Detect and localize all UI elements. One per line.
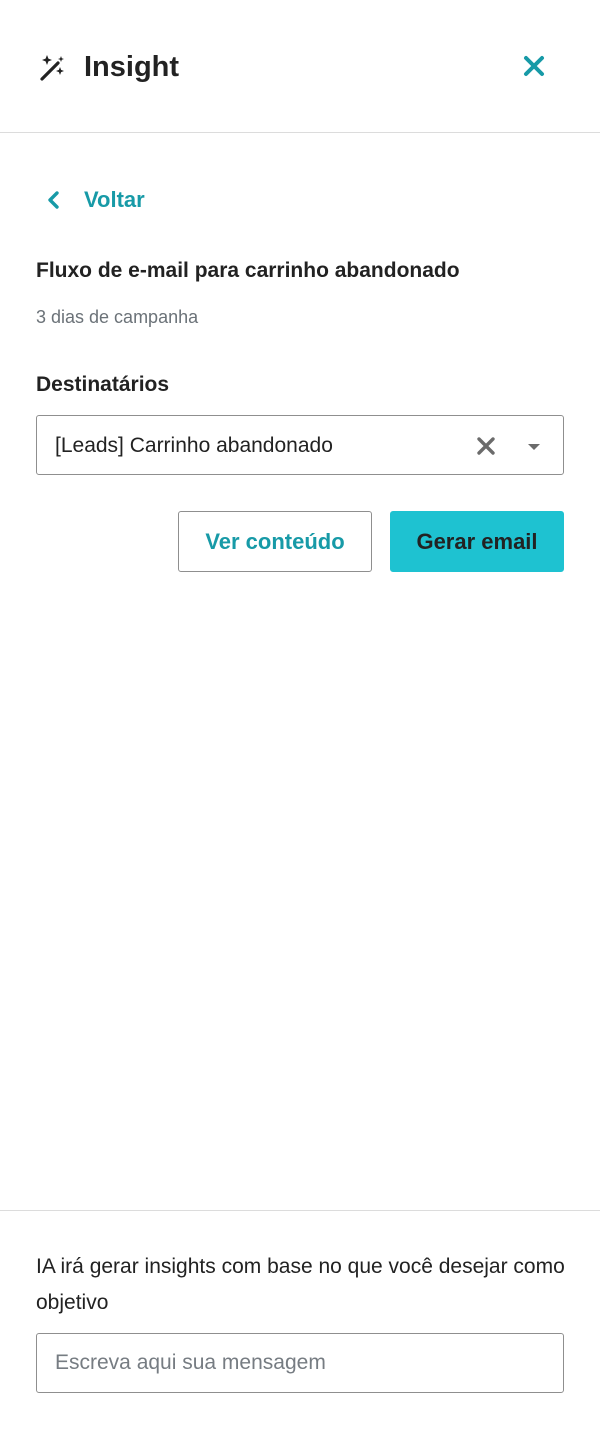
view-content-button[interactable]: Ver conteúdo [178, 511, 372, 572]
close-button[interactable] [518, 50, 550, 82]
campaign-duration: 3 dias de campanha [36, 307, 199, 327]
back-link[interactable]: Voltar [40, 183, 145, 217]
panel-title: Insight [84, 51, 180, 83]
recipients-clear-button[interactable] [473, 433, 499, 459]
clear-icon [477, 437, 495, 455]
message-input[interactable] [36, 1333, 564, 1393]
recipients-select-value: [Leads] Carrinho abandonado [55, 434, 333, 457]
message-footer: IA irá gerar insights com base no que vo… [0, 1210, 600, 1440]
back-link-label: Voltar [84, 187, 145, 212]
magic-wand-icon [40, 55, 64, 81]
ai-hint-text: IA irá gerar insights com base no que vo… [36, 1255, 565, 1314]
insight-panel: Insight Voltar Fluxo de e-mail para carr… [0, 0, 600, 1440]
recipients-dropdown-toggle[interactable] [523, 436, 545, 458]
recipients-select[interactable]: [Leads] Carrinho abandonado [36, 415, 564, 475]
caret-down-icon [528, 444, 540, 450]
campaign-title: Fluxo de e-mail para carrinho abandonado [36, 259, 460, 282]
panel-header: Insight [0, 0, 600, 133]
close-icon [524, 56, 544, 76]
chevron-left-icon [48, 191, 59, 209]
generate-email-button[interactable]: Gerar email [390, 511, 564, 572]
recipients-label: Destinatários [36, 373, 170, 396]
